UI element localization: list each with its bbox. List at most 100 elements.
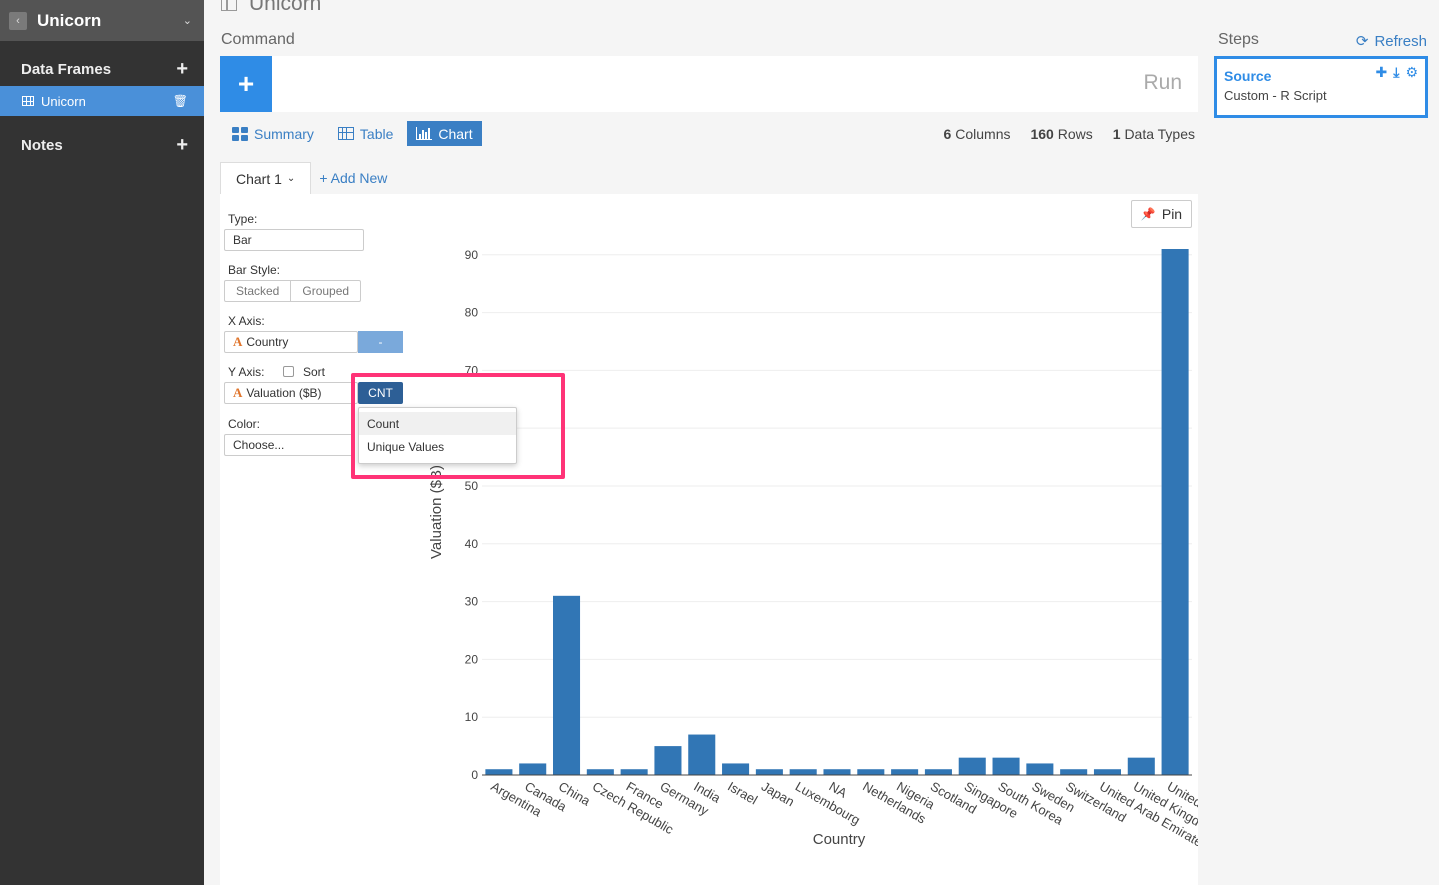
bar-united-arab-emirates[interactable] [1093, 769, 1121, 775]
panel-icon [221, 0, 237, 11]
bar-netherlands[interactable] [857, 769, 885, 775]
add-command-button[interactable]: + [220, 56, 272, 112]
bar-south-korea[interactable] [992, 757, 1020, 775]
bar-canada[interactable] [519, 763, 547, 775]
y-tick-label: 40 [465, 537, 479, 551]
notes-label: Notes [21, 136, 63, 154]
bar-china[interactable] [553, 595, 581, 775]
text-type-icon: A [233, 385, 243, 400]
add-data-frame-icon[interactable]: + [176, 58, 188, 81]
steps-label: Steps [1218, 31, 1259, 48]
tab-chart-label: Chart [438, 125, 473, 142]
back-icon[interactable]: ‹ [9, 11, 27, 30]
bar-na[interactable] [823, 769, 851, 775]
tab-chart[interactable]: Chart [407, 121, 482, 146]
dataset-stats: 6 Columns 160 Rows 1 Data Types [944, 126, 1195, 142]
bar-japan[interactable] [755, 769, 783, 775]
bar-singapore[interactable] [958, 757, 986, 775]
chart-panel: 0102030405060708090ArgentinaCanadaChinaC… [220, 194, 1198, 885]
chevron-down-icon: ⌄ [286, 173, 296, 184]
chart-tab-label: Chart 1 [236, 170, 282, 187]
bar-sweden[interactable] [1026, 763, 1054, 775]
bar-united-kingdom[interactable] [1127, 757, 1155, 775]
step-actions: ✚ ⤓ ⚙ [1376, 64, 1419, 81]
step-subtitle: Custom - R Script [1224, 88, 1327, 103]
y-tick-label: 30 [465, 595, 479, 609]
y-tick-label: 90 [465, 248, 479, 262]
step-card-source[interactable]: Source Custom - R Script ✚ ⤓ ⚙ [1214, 56, 1428, 118]
table-icon [337, 127, 354, 140]
refresh-label: Refresh [1374, 32, 1427, 50]
notes-section: Notes + [0, 133, 204, 157]
y-tick-label: 20 [465, 652, 479, 666]
types-stat: 1 Data Types [1112, 126, 1195, 142]
refresh-icon: ⟳ [1355, 33, 1369, 50]
sidebar-item-label: Unicorn [41, 93, 86, 109]
bar-france[interactable] [620, 769, 648, 775]
stacked-button[interactable]: Stacked [225, 281, 290, 301]
bar-india[interactable] [688, 734, 716, 775]
bar-luxembourg[interactable] [789, 769, 817, 775]
bar-germany[interactable] [654, 746, 682, 775]
add-icon[interactable]: ✚ [1376, 64, 1388, 81]
y-tick-label: 80 [465, 306, 479, 320]
sidebar-item-unicorn[interactable]: Unicorn 🗑 [0, 86, 204, 116]
bar-nigeria[interactable] [891, 769, 919, 775]
x-axis-field[interactable]: A Country [224, 331, 358, 353]
data-frames-label: Data Frames [21, 60, 112, 78]
add-new-chart-link[interactable]: + Add New [311, 162, 395, 194]
view-tabs: Summary Table Chart [226, 121, 482, 146]
x-field-name: Country [246, 335, 289, 349]
x-tick-label: Japan [759, 779, 797, 810]
bar-united-states[interactable] [1161, 249, 1189, 775]
chevron-down-icon[interactable]: ⌄ [183, 14, 192, 27]
tab-summary[interactable]: Summary [226, 121, 320, 146]
pin-label: Pin [1161, 206, 1183, 222]
data-frames-section: Data Frames + [0, 57, 204, 81]
bar-chart: 0102030405060708090ArgentinaCanadaChinaC… [428, 248, 1198, 850]
pin-icon: 📌 [1140, 207, 1156, 221]
page-title: Unicorn [221, 0, 321, 16]
highlight-box [351, 373, 565, 479]
gear-icon[interactable]: ⚙ [1405, 64, 1418, 81]
bar-style-label: Bar Style: [228, 263, 281, 277]
color-label: Color: [228, 417, 261, 431]
sidebar: ‹ Unicorn ⌄ Data Frames + Unicorn 🗑 Note… [0, 0, 204, 885]
tab-chart-1[interactable]: Chart 1 ⌄ [220, 162, 312, 194]
tab-table-label: Table [359, 125, 394, 142]
x-tick-label: Luxembourg [793, 779, 863, 828]
color-select[interactable]: Choose... [224, 434, 354, 456]
chart-tabs: Chart 1 ⌄ + Add New [220, 162, 395, 194]
bar-scotland[interactable] [924, 769, 952, 775]
y-field-name: Valuation ($B) [246, 386, 322, 400]
bar-argentina[interactable] [485, 769, 513, 775]
download-icon[interactable]: ⤓ [1393, 64, 1399, 81]
refresh-button[interactable]: ⟳ Refresh [1355, 32, 1427, 51]
tab-table[interactable]: Table [332, 121, 399, 146]
project-title[interactable]: Unicorn [37, 11, 183, 31]
page-title-text: Unicorn [249, 0, 322, 15]
bar-style-toggle: Stacked Grouped [224, 280, 362, 302]
y-axis-title: Valuation ($B) [428, 465, 445, 559]
tab-summary-label: Summary [254, 125, 314, 142]
bar-israel[interactable] [722, 763, 750, 775]
rows-stat: 160 Rows [1030, 126, 1093, 142]
run-button[interactable]: Run [1143, 71, 1182, 95]
trash-icon[interactable]: 🗑 [173, 94, 188, 108]
bar-czech-republic[interactable] [586, 769, 614, 775]
sort-label: Sort [303, 365, 326, 379]
x-tick-label: Israel [725, 779, 760, 808]
sort-checkbox[interactable] [283, 366, 294, 377]
type-label: Type: [228, 212, 258, 226]
y-axis-field[interactable]: A Valuation ($B) [224, 382, 358, 404]
y-tick-label: 10 [465, 710, 479, 724]
command-bar: + Run [220, 56, 1198, 112]
pin-button[interactable]: 📌 Pin [1131, 200, 1192, 228]
bar-switzerland[interactable] [1060, 769, 1088, 775]
command-label: Command [221, 31, 295, 48]
grouped-button[interactable]: Grouped [290, 281, 360, 301]
chart-type-select[interactable]: Bar [224, 229, 364, 251]
x-aggregate-button[interactable]: - [358, 331, 403, 353]
add-note-icon[interactable]: + [176, 134, 188, 157]
table-icon [22, 96, 34, 106]
